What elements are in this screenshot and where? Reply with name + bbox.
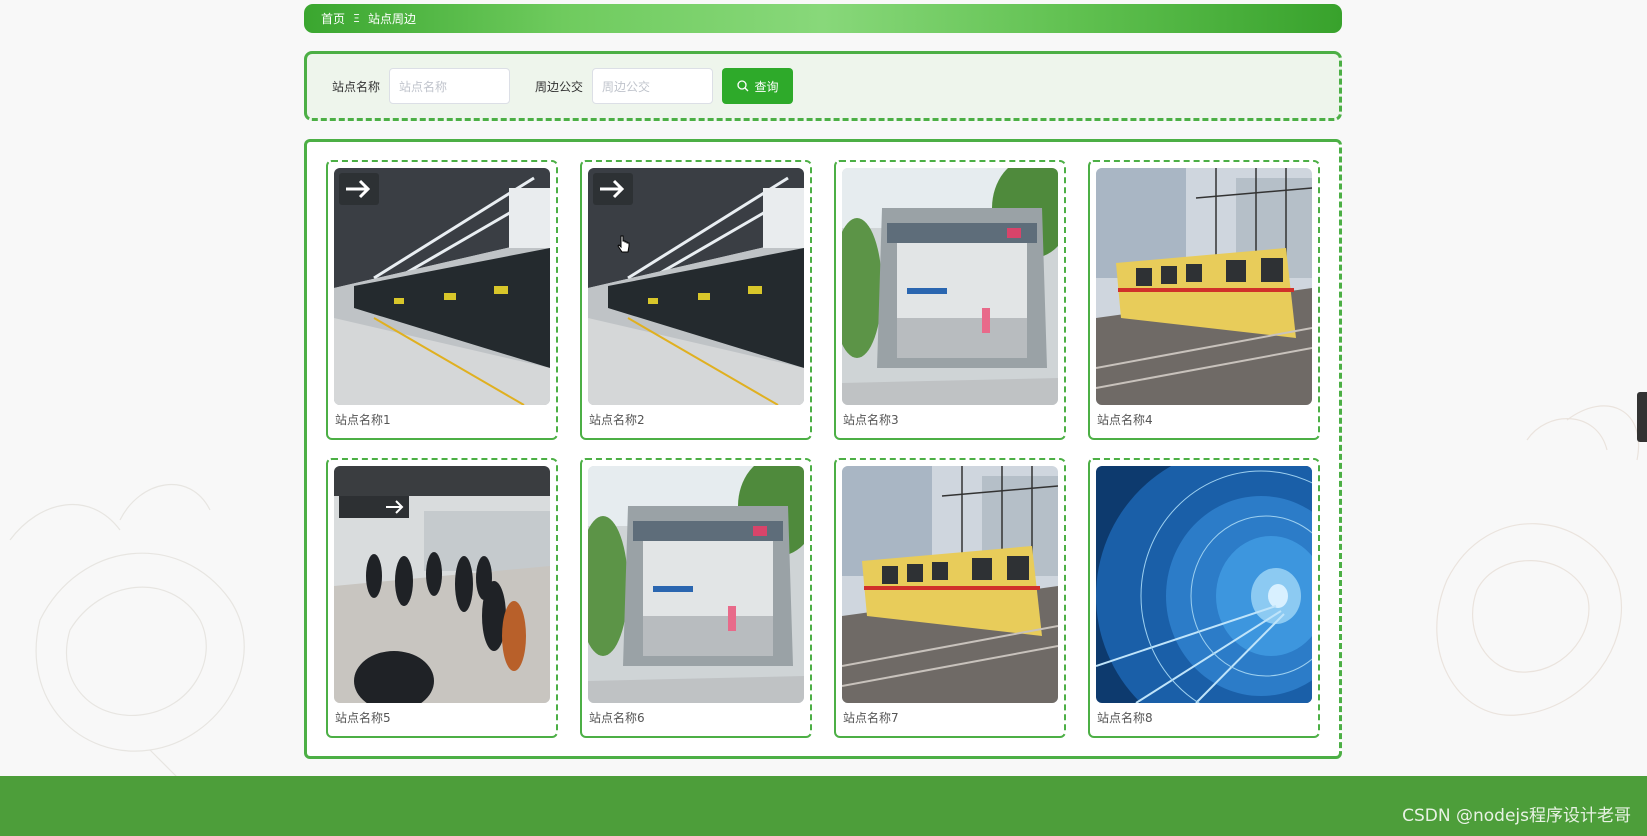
station-card-title: 站点名称3 [843, 413, 899, 427]
station-card-title: 站点名称6 [589, 711, 645, 725]
station-card-title: 站点名称8 [1097, 711, 1153, 725]
footer: CSDN @nodejs程序设计老哥 [0, 776, 1647, 836]
blue-tunnel-photo[interactable] [1096, 466, 1312, 703]
metro-entrance-photo[interactable] [842, 168, 1058, 405]
station-card-title: 站点名称2 [589, 413, 645, 427]
station-name-label: 站点名称 [332, 79, 381, 94]
station-card[interactable]: 站点名称1 [326, 160, 558, 440]
mouse-cursor-icon [617, 235, 630, 253]
floral-decoration-left [9, 483, 245, 780]
station-card[interactable]: 站点名称7 [834, 458, 1066, 738]
station-card-title: 站点名称5 [335, 711, 391, 725]
nearby-bus-label: 周边公交 [535, 79, 584, 94]
metro-entrance-photo[interactable] [588, 466, 804, 703]
breadcrumb-home-link[interactable]: 首页 [321, 10, 345, 27]
yellow-train-photo[interactable] [842, 466, 1058, 703]
watermark-text: CSDN @nodejs程序设计老哥 [1402, 806, 1631, 826]
station-card[interactable]: 站点名称3 [834, 160, 1066, 440]
station-card-title: 站点名称1 [335, 413, 391, 427]
station-name-input[interactable]: 站点名称 [389, 68, 511, 104]
metro-platform-photo[interactable] [334, 168, 550, 405]
search-icon [736, 80, 748, 92]
station-card[interactable]: 站点名称4 [1088, 160, 1320, 440]
metro-platform-photo[interactable] [588, 168, 804, 405]
crowded-platform-photo[interactable] [334, 466, 550, 703]
search-button[interactable]: 查询 [722, 68, 794, 104]
search-panel: 站点名称 站点名称 周边公交 周边公交 查询 [304, 51, 1342, 121]
floral-decoration-right [1436, 405, 1640, 716]
breadcrumb-current: 站点周边 [367, 12, 416, 26]
station-card-title: 站点名称4 [1097, 413, 1153, 427]
nearby-bus-input[interactable]: 周边公交 [592, 68, 714, 104]
station-card[interactable]: 站点名称6 [580, 458, 812, 738]
yellow-train-photo[interactable] [1096, 168, 1312, 405]
station-card[interactable]: 站点名称5 [326, 458, 558, 738]
search-button-label: 查询 [754, 79, 779, 94]
station-card[interactable]: 站点名称8 [1088, 458, 1320, 738]
station-card[interactable]: 站点名称2 [580, 160, 812, 440]
station-grid: 站点名称1 站点名称2 站点名称3 站点名称4 站点名称5 站点名称6 站点名称… [304, 139, 1342, 759]
breadcrumb-separator-icon: Ξ [353, 12, 360, 25]
side-scroll-handle[interactable] [1637, 392, 1647, 442]
breadcrumb: 首页 Ξ 站点周边 [304, 4, 1342, 33]
station-card-title: 站点名称7 [843, 711, 899, 725]
